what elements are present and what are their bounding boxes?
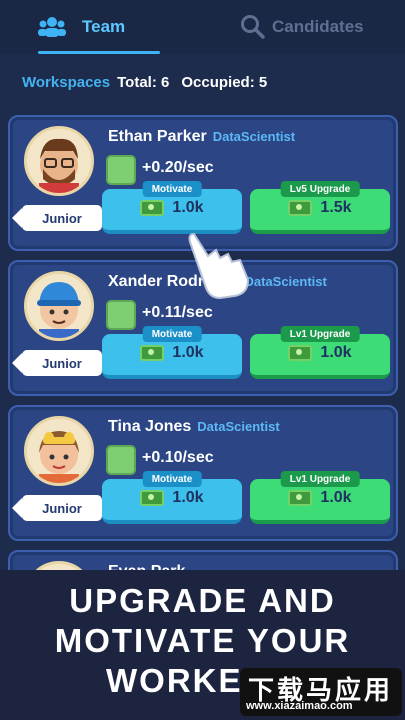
motivate-cost: 1.0k bbox=[172, 489, 204, 506]
banner-line-2: MOTIVATE YOUR bbox=[54, 622, 351, 659]
worker-role: DataScientist bbox=[197, 419, 280, 434]
skill-network-icon bbox=[106, 300, 136, 330]
worker-name-line: Tina Jones DataScientist bbox=[108, 418, 280, 436]
motivate-label: Motivate bbox=[142, 326, 202, 342]
skill-network-icon bbox=[106, 155, 136, 185]
rank-badge: Junior bbox=[12, 495, 102, 521]
upgrade-cost: 1.0k bbox=[320, 344, 352, 361]
upgrade-cost: 1.0k bbox=[320, 489, 352, 506]
upgrade-button[interactable]: Lv1 Upgrade 1.0k bbox=[250, 471, 390, 524]
worker-name: Tina Jones bbox=[108, 418, 192, 435]
workspaces-occupied: Occupied: 5 bbox=[181, 73, 268, 91]
upgrade-label: Lv1 Upgrade bbox=[280, 471, 360, 487]
income-rate: +0.11/sec bbox=[142, 304, 213, 321]
tab-candidates[interactable]: Candidates bbox=[240, 0, 380, 54]
upgrade-button[interactable]: Lv5 Upgrade 1.5k bbox=[250, 181, 390, 234]
rank-badge: Junior bbox=[12, 205, 102, 231]
cash-icon bbox=[288, 200, 313, 216]
team-icon bbox=[38, 17, 66, 37]
worker-name-line: Ethan Parker DataScientist bbox=[108, 128, 295, 146]
workspace-summary: Workspaces Total: 6 Occupied: 5 bbox=[22, 71, 267, 93]
cash-icon bbox=[140, 490, 165, 506]
worker-card: Junior Tina Jones DataScientist +0.10/sec… bbox=[8, 405, 398, 541]
top-tab-bar: Team Candidates bbox=[0, 0, 405, 54]
banner-line-1: UPGRADE AND bbox=[69, 582, 336, 619]
upgrade-cost: 1.5k bbox=[320, 199, 352, 216]
motivate-label: Motivate bbox=[142, 181, 202, 197]
cash-icon bbox=[288, 490, 313, 506]
tab-team[interactable]: Team bbox=[38, 0, 160, 54]
income-rate: +0.20/sec bbox=[142, 159, 214, 176]
motivate-cost: 1.0k bbox=[172, 344, 204, 361]
tab-team-label: Team bbox=[82, 17, 126, 36]
worker-avatar bbox=[24, 416, 94, 486]
worker-name: Ethan Parker bbox=[108, 128, 207, 145]
motivate-button[interactable]: Motivate 1.0k bbox=[102, 326, 242, 379]
watermark-url: www.xiazaimao.com bbox=[246, 700, 353, 712]
upgrade-label: Lv1 Upgrade bbox=[280, 326, 360, 342]
workspaces-label: Workspaces bbox=[22, 73, 111, 91]
cash-icon bbox=[140, 200, 165, 216]
motivate-label: Motivate bbox=[142, 471, 202, 487]
worker-role: DataScientist bbox=[212, 129, 296, 144]
cash-icon bbox=[288, 345, 313, 361]
worker-avatar bbox=[24, 271, 94, 341]
workspaces-total: Total: 6 bbox=[117, 73, 170, 91]
active-tab-indicator bbox=[38, 51, 160, 54]
rank-badge: Junior bbox=[12, 350, 102, 376]
motivate-button[interactable]: Motivate 1.0k bbox=[102, 471, 242, 524]
tab-candidates-label: Candidates bbox=[272, 17, 364, 36]
worker-avatar bbox=[24, 126, 94, 196]
motivate-cost: 1.0k bbox=[172, 199, 204, 216]
search-icon bbox=[241, 15, 265, 39]
upgrade-button[interactable]: Lv1 Upgrade 1.0k bbox=[250, 326, 390, 379]
skill-network-icon bbox=[106, 445, 136, 475]
tap-hand-icon bbox=[188, 232, 250, 300]
cash-icon bbox=[140, 345, 165, 361]
upgrade-label: Lv5 Upgrade bbox=[280, 181, 360, 197]
income-rate: +0.10/sec bbox=[142, 449, 214, 466]
